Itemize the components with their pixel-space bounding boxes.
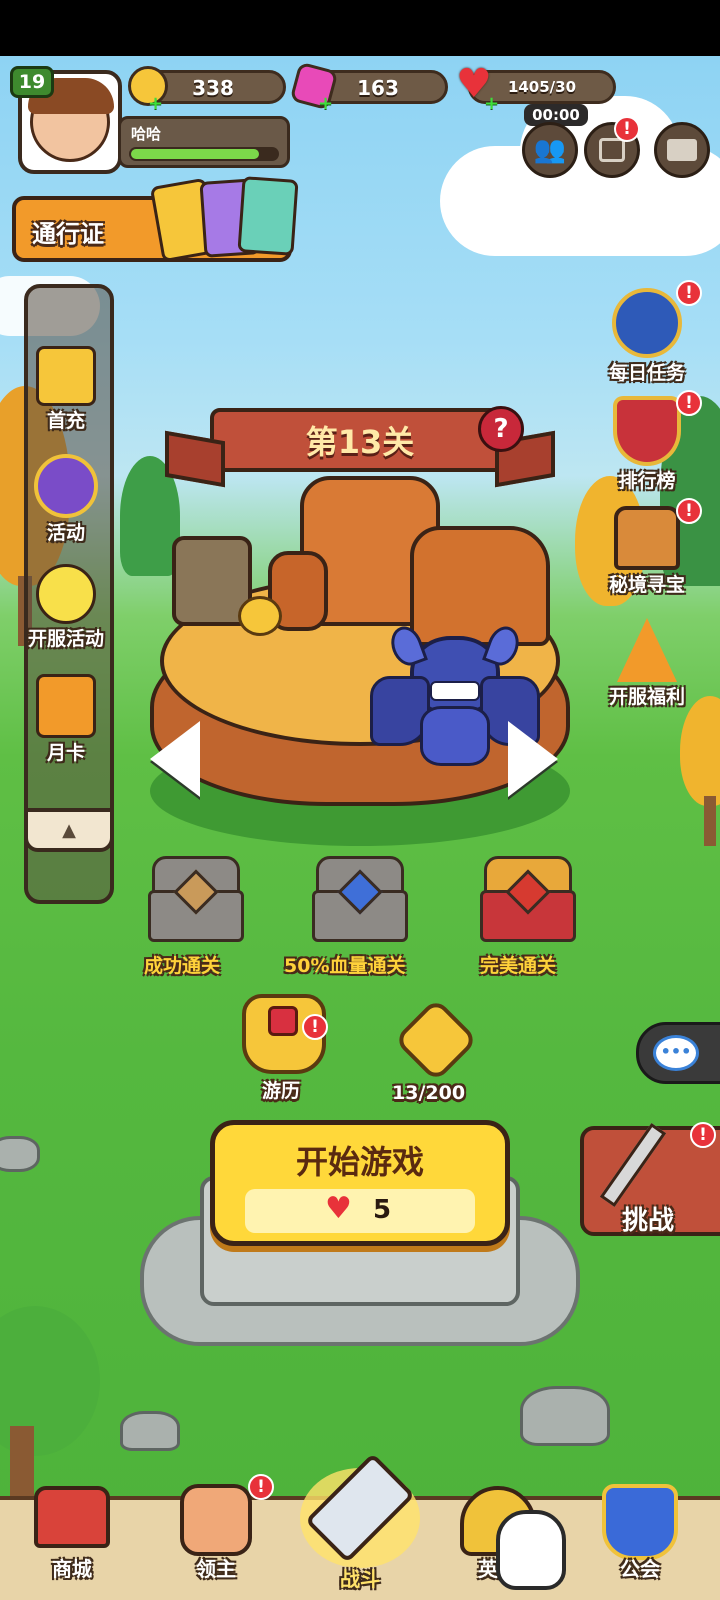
monthly-card-button[interactable]: 月卡 — [20, 674, 112, 765]
party-hat-icon — [617, 618, 677, 682]
help-icon: ? — [493, 414, 509, 444]
stamina-timer-text: 00:00 — [532, 106, 580, 124]
nav-shop[interactable]: 商城 — [22, 1480, 122, 1590]
player-name: 哈哈 — [131, 125, 162, 143]
gift-box-icon — [599, 138, 625, 162]
next-stage-arrow[interactable] — [508, 721, 558, 797]
add-stamina-icon[interactable]: + — [484, 95, 500, 113]
game-scene: 第13关 ? 19 哈哈 338 + 163 + 1405/30 ♥ + 00:… — [0, 56, 720, 1600]
nav-lord[interactable]: 领主 — [166, 1480, 266, 1590]
challenge-badge: ! — [690, 1122, 716, 1148]
coin-stack-icon — [238, 596, 282, 636]
heart-icon: ♥ — [325, 1191, 352, 1226]
pass-card-icon — [237, 176, 299, 256]
travel-button[interactable]: 游历 — [238, 986, 338, 1106]
crown-gem — [268, 1006, 298, 1036]
first-recharge-button[interactable]: 首充 — [20, 346, 112, 433]
gift-box-badge: ! — [614, 116, 640, 142]
leaderboard-badge: ! — [676, 390, 702, 416]
add-gem-icon[interactable]: + — [318, 95, 334, 113]
start-game-button[interactable]: 开始游戏 ♥ 5 — [210, 1120, 510, 1246]
chest-success-label: 成功通关 — [144, 955, 221, 977]
start-cost-value: 5 — [373, 1195, 392, 1225]
treasure-hunt-badge: ! — [676, 498, 702, 524]
nav-battle-label: 战斗 — [340, 1567, 380, 1591]
chest-success[interactable] — [148, 856, 244, 942]
rock — [120, 1411, 180, 1451]
star-icon — [393, 997, 479, 1083]
server-events-label: 开服活动 — [27, 628, 104, 650]
battle-pass-label: 通行证 — [32, 220, 104, 248]
exp-bar — [129, 147, 279, 161]
first-recharge-label: 首充 — [46, 410, 85, 432]
name-panel: 哈哈 — [118, 116, 290, 168]
previous-stage-arrow[interactable] — [150, 721, 200, 797]
chat-button[interactable]: ••• — [636, 1022, 720, 1084]
chat-bubble-icon: ••• — [653, 1035, 699, 1071]
stage-help-button[interactable]: ? — [478, 406, 524, 452]
chest-perfect[interactable] — [480, 856, 576, 942]
stars-progress: 13/200 — [392, 1082, 466, 1104]
server-events-button[interactable]: 开服活动 — [20, 564, 112, 651]
start-cost-panel: ♥ 5 — [245, 1189, 475, 1233]
daily-quest-label: 每日任务 — [608, 362, 685, 384]
star-medal-icon — [34, 454, 98, 518]
balloon-icon — [36, 564, 96, 624]
treasure-hunt-label: 秘境寻宝 — [608, 574, 685, 596]
shop-icon — [34, 1486, 110, 1548]
tree — [120, 456, 180, 606]
start-game-label: 开始游戏 — [295, 1143, 424, 1181]
tree — [680, 696, 720, 846]
battle-pass-button[interactable]: 通行证 — [12, 176, 299, 263]
events-label: 活动 — [46, 522, 85, 544]
chevron-up-icon: ▲ — [62, 819, 76, 841]
nav-lord-label: 领主 — [196, 1557, 236, 1581]
mail-icon — [667, 139, 697, 161]
nav-shop-label: 商城 — [52, 1557, 92, 1581]
chest-half-hp-label: 50%血量通关 — [284, 955, 406, 977]
monthly-card-label: 月卡 — [46, 742, 85, 764]
nav-guild-label: 公会 — [620, 1557, 660, 1581]
gift-icon — [36, 346, 96, 406]
player-level: 19 — [18, 71, 46, 93]
monthly-card-icon — [36, 674, 96, 738]
events-button[interactable]: 活动 — [20, 454, 112, 545]
challenge-label: 挑战 — [622, 1206, 675, 1236]
rock — [520, 1386, 610, 1446]
mail-button[interactable] — [654, 122, 710, 178]
nav-battle[interactable]: 战斗 — [300, 1452, 420, 1600]
nav-lord-badge: ! — [248, 1474, 274, 1500]
sword-icon — [599, 1122, 667, 1208]
collapse-menu-button[interactable]: ▲ — [24, 808, 114, 852]
server-welfare-button[interactable]: 开服福利 — [592, 618, 702, 709]
exp-fill — [131, 149, 259, 159]
leaderboard-label: 排行榜 — [618, 470, 676, 492]
level-badge: 19 — [10, 66, 54, 98]
friends-button[interactable]: 👥 — [522, 122, 578, 178]
stage-title: 第13关 — [305, 423, 415, 461]
compass-star-icon — [612, 288, 682, 358]
stage-banner: 第13关 — [210, 408, 510, 472]
friends-icon: 👥 — [533, 135, 567, 165]
server-welfare-label: 开服福利 — [608, 686, 685, 708]
guild-shield-icon — [602, 1484, 678, 1560]
shield-rank-icon — [613, 396, 681, 466]
nav-guild[interactable]: 公会 — [590, 1480, 690, 1590]
chest-half-hp[interactable] — [312, 856, 408, 942]
chest-perfect-label: 完美通关 — [480, 955, 557, 977]
fist-icon — [180, 1484, 252, 1556]
travel-label: 游历 — [262, 1080, 301, 1102]
travel-badge: ! — [302, 1014, 328, 1040]
add-gold-icon[interactable]: + — [148, 95, 164, 113]
daily-quest-badge: ! — [676, 280, 702, 306]
pointer-hand-icon — [496, 1510, 566, 1590]
rock — [0, 1136, 40, 1172]
treasure-chest-icon — [614, 506, 680, 570]
stage-stars: 13/200 — [392, 997, 482, 1106]
